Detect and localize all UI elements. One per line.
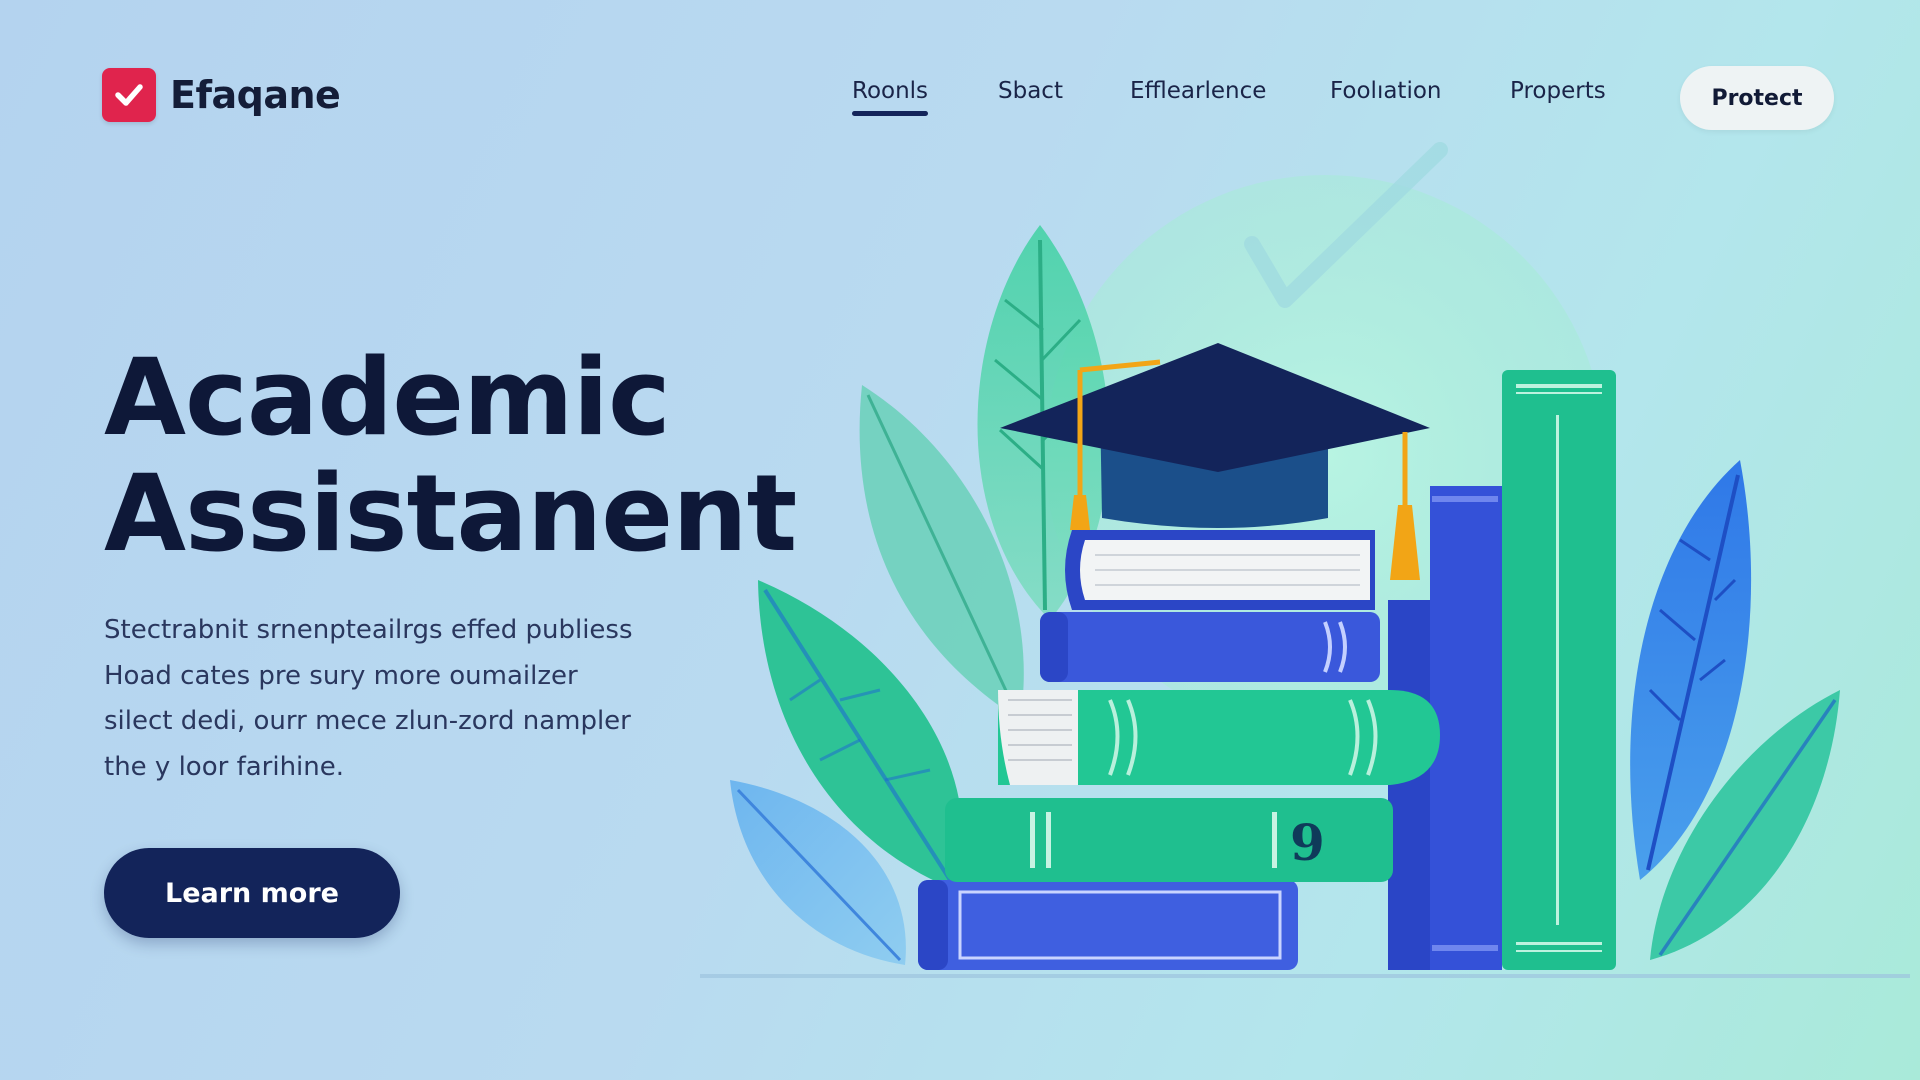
nav-item-foolation[interactable]: Foolıation xyxy=(1330,78,1442,104)
stacked-book-top-open xyxy=(1065,530,1375,610)
nav-item-properts[interactable]: Properts xyxy=(1510,78,1606,104)
nav-item-roonls[interactable]: Roonls xyxy=(852,78,929,116)
svg-text:9: 9 xyxy=(1290,813,1325,872)
hero-title: Academic Assistanent xyxy=(104,340,804,572)
stacked-book-bottom-blue xyxy=(918,880,1298,970)
upright-book-green xyxy=(1502,370,1616,970)
nav-item-efflearlence[interactable]: Efflearlence xyxy=(1130,78,1266,104)
hero-title-line-1: Academic xyxy=(104,336,671,459)
main-nav: Roonls Sbact Efflearlence Foolıation Pro… xyxy=(0,78,1920,118)
stacked-book-blue-3 xyxy=(1040,612,1380,682)
books-graduation-illustration: 9 xyxy=(700,142,1910,978)
hero-description: Stectrabnit srnenpteailrgs effed publies… xyxy=(104,608,664,790)
hero-description-line: Hoad cates pre sury more oumailzer xyxy=(104,660,578,691)
hero-description-line: Stectrabnit srnenpteailrgs effed publies… xyxy=(104,615,633,645)
stacked-book-green-2: 9 xyxy=(945,798,1393,882)
hero-description-line: the y loor farihine. xyxy=(104,751,345,782)
protect-button[interactable]: Protect xyxy=(1680,66,1834,130)
stacked-book-green-open xyxy=(998,690,1440,785)
hero-title-line-2: Assistanent xyxy=(104,452,797,575)
learn-more-button[interactable]: Learn more xyxy=(104,848,400,938)
hero-description-line: silect dedi, ourr mece zlun-zord nampler xyxy=(104,706,631,736)
landing-page: Efaqane Roonls Sbact Efflearlence Foolıa… xyxy=(0,0,1920,1080)
nav-item-sbact[interactable]: Sbact xyxy=(998,78,1063,104)
